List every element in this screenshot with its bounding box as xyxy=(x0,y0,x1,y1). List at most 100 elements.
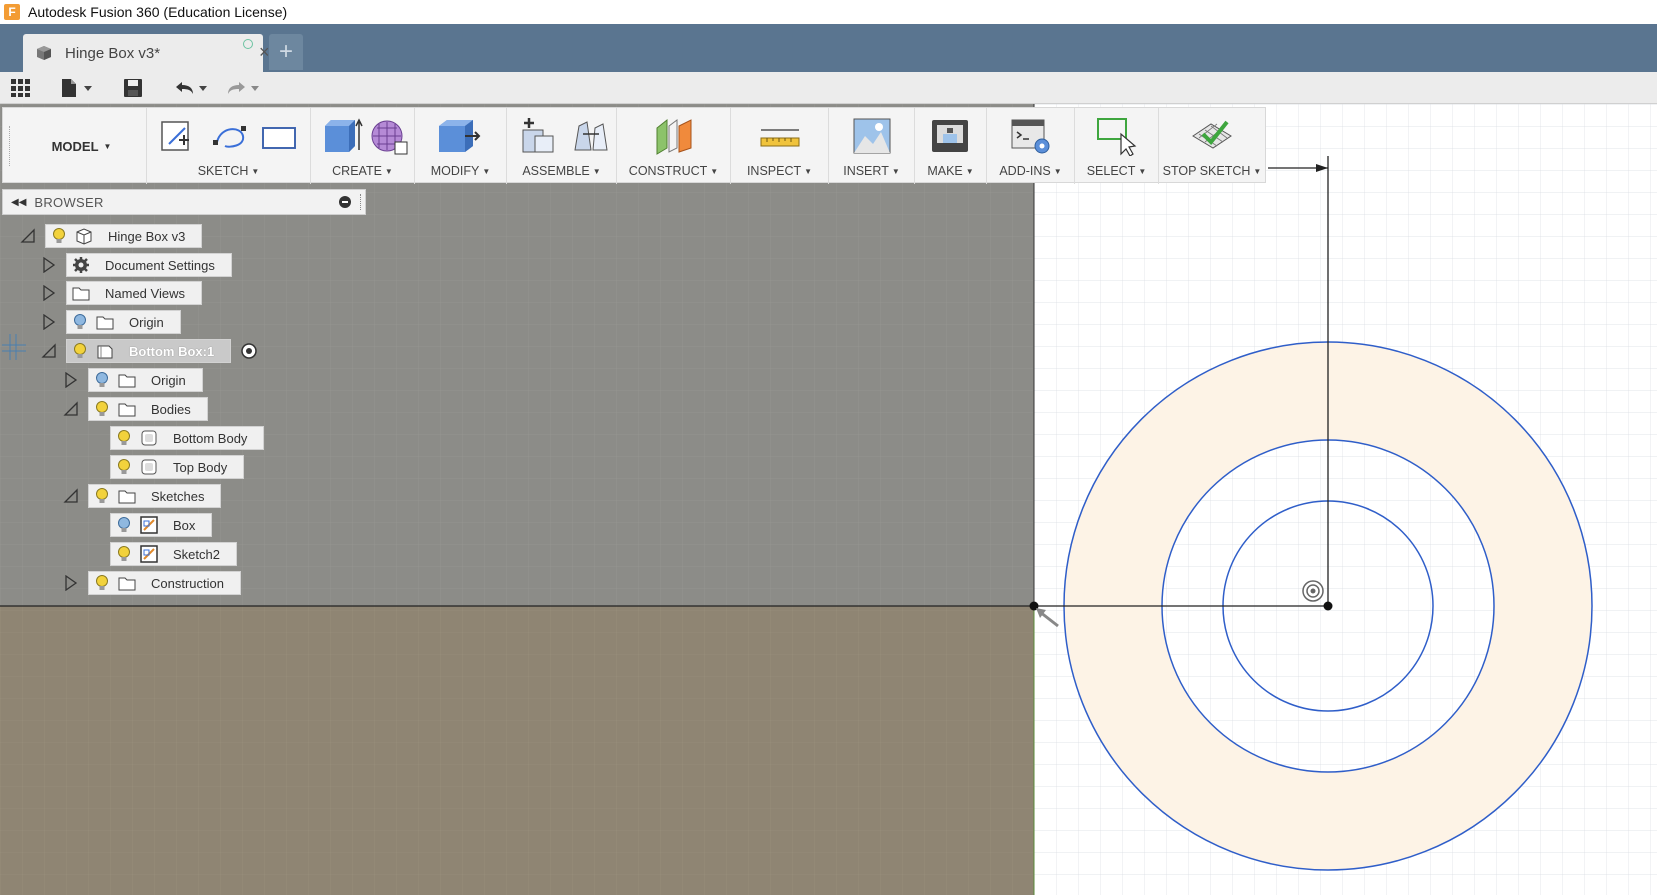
browser-resize-grip[interactable] xyxy=(360,194,363,210)
tree-expanded-icon[interactable] xyxy=(20,228,36,244)
component-icon xyxy=(76,228,92,245)
minimize-browser-icon[interactable] xyxy=(339,196,351,208)
tree-expanded-icon[interactable] xyxy=(63,401,79,417)
tree-item-origin[interactable]: Origin xyxy=(66,310,181,334)
ribbon-group-sketch[interactable]: SKETCH ▼ xyxy=(147,108,311,184)
redo-button[interactable] xyxy=(224,77,264,99)
sketch-icon xyxy=(140,545,158,563)
ribbon-label-make: MAKE ▼ xyxy=(927,164,974,178)
collapse-browser-icon[interactable]: ◀◀ xyxy=(11,197,26,208)
workspace-caret-icon: ▼ xyxy=(103,141,112,151)
redo-icon xyxy=(228,82,259,94)
workspace-switcher[interactable]: MODEL ▼ xyxy=(9,108,147,184)
active-component-icon[interactable] xyxy=(240,342,258,360)
browser-title: BROWSER xyxy=(34,194,104,210)
ribbon-group-stop-sketch[interactable]: STOP SKETCH ▼ xyxy=(1159,108,1265,184)
3d-print-icon xyxy=(932,120,968,152)
visibility-bulb-off-icon[interactable] xyxy=(73,313,87,331)
document-tab[interactable]: Hinge Box v3* × xyxy=(23,34,270,72)
tree-item-top-body[interactable]: Top Body xyxy=(110,455,245,479)
tree-item-label: Bottom Body xyxy=(173,430,248,446)
add-ins-icon xyxy=(1011,119,1050,154)
document-tab-title: Hinge Box v3* xyxy=(65,44,161,62)
file-icon xyxy=(62,79,92,97)
data-panel-button[interactable] xyxy=(10,77,32,99)
ribbon-group-add-ins[interactable]: ADD-INS ▼ xyxy=(987,108,1075,184)
save-button[interactable] xyxy=(122,77,144,99)
ribbon-group-assemble[interactable]: ASSEMBLE ▼ xyxy=(507,108,617,184)
tree-expanded-icon[interactable] xyxy=(41,343,57,359)
ribbon-group-modify[interactable]: MODIFY ▼ xyxy=(415,108,507,184)
visibility-bulb-on-icon[interactable] xyxy=(73,342,87,360)
tree-item-sketches[interactable]: Sketches xyxy=(88,484,222,508)
visibility-bulb-on-icon[interactable] xyxy=(95,400,109,418)
center-constraint-icon xyxy=(1302,580,1324,602)
visibility-bulb-on-icon[interactable] xyxy=(95,487,109,505)
unsaved-indicator-icon xyxy=(243,39,253,49)
sketch-center-point[interactable] xyxy=(1323,601,1333,611)
visibility-bulb-off-icon[interactable] xyxy=(117,516,131,534)
ribbon-group-make[interactable]: MAKE ▼ xyxy=(915,108,987,184)
ribbon-group-create[interactable]: CREATE ▼ xyxy=(311,108,415,184)
tree-item-label: Document Settings xyxy=(105,257,215,273)
document-tab-bar: Hinge Box v3* × + xyxy=(0,24,1657,72)
visibility-bulb-on-icon[interactable] xyxy=(117,429,131,447)
tree-item-label: Sketch2 xyxy=(173,546,220,562)
visibility-bulb-on-icon[interactable] xyxy=(52,227,66,245)
tree-item-bodies[interactable]: Bodies xyxy=(88,397,208,421)
gear-icon xyxy=(73,257,89,273)
fusion-logo-icon: F xyxy=(4,4,20,20)
visibility-bulb-off-icon[interactable] xyxy=(95,371,109,389)
tree-collapsed-icon[interactable] xyxy=(63,372,79,388)
undo-icon xyxy=(176,82,207,94)
insert-image-icon xyxy=(853,118,891,154)
ribbon-label-add-ins: ADD-INS ▼ xyxy=(999,164,1062,178)
new-tab-button[interactable]: + xyxy=(269,34,303,70)
folder-icon xyxy=(118,374,136,388)
tree-item-bottom-body[interactable]: Bottom Body xyxy=(110,426,265,450)
tree-item-document-settings[interactable]: Document Settings xyxy=(66,253,232,277)
tree-item-origin-child[interactable]: Origin xyxy=(88,368,203,392)
tree-item-hinge-box[interactable]: Hinge Box v3 xyxy=(45,224,203,248)
file-menu-button[interactable] xyxy=(60,77,94,99)
tree-item-label: Construction xyxy=(151,575,224,591)
ribbon-group-construct[interactable]: CONSTRUCT ▼ xyxy=(617,108,731,184)
quick-access-toolbar xyxy=(0,72,1657,104)
create-tools-icon xyxy=(325,118,408,155)
window-title: Autodesk Fusion 360 (Education License) xyxy=(28,4,288,20)
tree-collapsed-icon[interactable] xyxy=(63,575,79,591)
ribbon-label-select: SELECT ▼ xyxy=(1086,164,1147,178)
body-icon xyxy=(141,430,157,446)
document-cube-icon xyxy=(37,46,51,60)
body-icon xyxy=(141,459,157,475)
folder-icon xyxy=(72,287,90,301)
stop-sketch-icon xyxy=(1192,120,1232,149)
tree-collapsed-icon[interactable] xyxy=(41,314,57,330)
tree-item-label: Origin xyxy=(129,314,164,330)
tree-item-construction[interactable]: Construction xyxy=(88,571,241,595)
tree-item-box-sketch[interactable]: Box xyxy=(110,513,213,537)
tree-collapsed-icon[interactable] xyxy=(41,285,57,301)
close-tab-icon[interactable]: × xyxy=(259,43,270,61)
visibility-bulb-on-icon[interactable] xyxy=(95,574,109,592)
tree-item-label: Bodies xyxy=(151,401,191,417)
browser-panel-header: ◀◀ BROWSER xyxy=(2,189,366,215)
construct-plane-icon xyxy=(656,118,692,155)
tree-item-label: Bottom Box:1 xyxy=(129,343,215,359)
tree-expanded-icon[interactable] xyxy=(63,488,79,504)
ribbon-group-insert[interactable]: INSERT ▼ xyxy=(829,108,915,184)
tree-item-label: Origin xyxy=(151,372,186,388)
ribbon-group-select[interactable]: SELECT ▼ xyxy=(1075,108,1159,184)
visibility-bulb-on-icon[interactable] xyxy=(117,458,131,476)
measure-ruler-icon xyxy=(760,129,800,147)
tree-item-named-views[interactable]: Named Views xyxy=(66,281,202,305)
tree-item-bottom-box[interactable]: Bottom Box:1 xyxy=(66,339,232,363)
ribbon-group-inspect[interactable]: INSPECT ▼ xyxy=(731,108,829,184)
workspace-label: MODEL xyxy=(51,138,99,154)
undo-button[interactable] xyxy=(172,77,212,99)
tree-collapsed-icon[interactable] xyxy=(41,257,57,273)
tree-item-sketch2[interactable]: Sketch2 xyxy=(110,542,237,566)
visibility-bulb-on-icon[interactable] xyxy=(117,545,131,563)
design-viewport[interactable] xyxy=(0,104,1657,895)
tree-item-label: Box xyxy=(173,517,196,533)
